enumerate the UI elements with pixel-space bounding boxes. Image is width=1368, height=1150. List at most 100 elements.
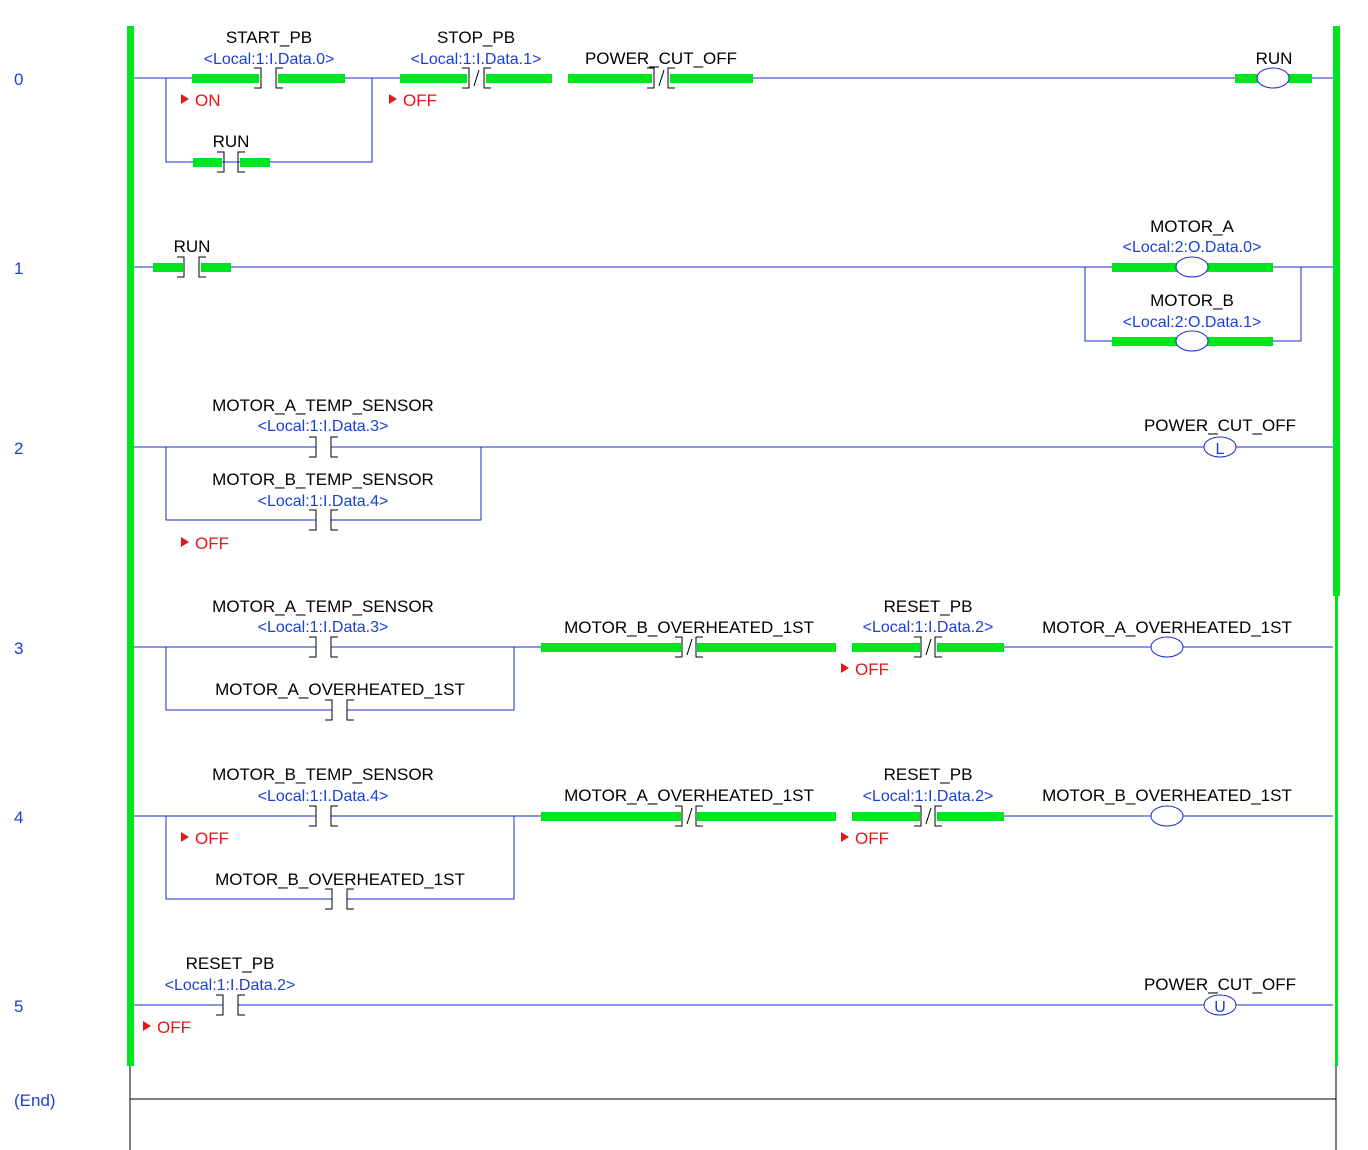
energized-bar — [852, 643, 920, 652]
contact-motor-b-temp-sensor[interactable]: MOTOR_B_TEMP_SENSOR <Local:1:I.Data.4> O… — [181, 765, 434, 848]
contact-run[interactable]: RUN — [153, 237, 231, 278]
right-power-rail — [1335, 596, 1338, 1066]
contact-tag: MOTOR_A_TEMP_SENSOR — [212, 597, 434, 616]
rung-3[interactable]: 3 MOTOR_A_TEMP_SENSOR <Local:1:I.Data.3>… — [14, 597, 1333, 721]
contact-tag: RESET_PB — [186, 954, 275, 973]
energized-bar — [400, 74, 467, 83]
contact-address: <Local:1:I.Data.3> — [258, 619, 389, 636]
contact-address: <Local:1:I.Data.3> — [258, 418, 389, 435]
left-power-rail — [127, 26, 134, 1066]
coil-motor-a[interactable]: MOTOR_A <Local:2:O.Data.0> — [1112, 217, 1273, 278]
contact-run-seal[interactable]: RUN — [193, 132, 270, 173]
contact-reset-pb-nc[interactable]: RESET_PB <Local:1:I.Data.2> OFF — [841, 597, 1004, 679]
coil-tag: POWER_CUT_OFF — [1144, 975, 1296, 994]
contact-reset-pb[interactable]: RESET_PB <Local:1:I.Data.2> OFF — [143, 954, 295, 1037]
energized-bar — [670, 74, 753, 83]
rung-0[interactable]: 0 START_PB <Local:1:I.Data.0> ON RUN STO… — [14, 28, 1333, 173]
status-text: OFF — [855, 660, 889, 679]
contact-tag: RUN — [174, 237, 211, 256]
contact-power-cut-off[interactable]: POWER_CUT_OFF — [568, 49, 753, 89]
contact-tag: MOTOR_B_OVERHEATED_1ST — [215, 870, 465, 889]
coil-power-cut-off-unlatch[interactable]: POWER_CUT_OFF U — [1144, 975, 1296, 1016]
coil-icon — [1175, 330, 1209, 352]
status-flag-icon — [841, 663, 849, 673]
rung-number: 5 — [14, 997, 23, 1016]
energized-bar — [192, 74, 259, 83]
coil-power-cut-off-latch[interactable]: POWER_CUT_OFF L — [1144, 416, 1296, 458]
status-flag-icon — [389, 94, 397, 104]
coil-tag: MOTOR_B_OVERHEATED_1ST — [1042, 786, 1292, 805]
coil-tag: MOTOR_A — [1150, 217, 1234, 236]
contact-motor-a-overheated-seal[interactable]: MOTOR_A_OVERHEATED_1ST — [215, 680, 465, 721]
rung-1[interactable]: 1 RUN MOTOR_A <Local:2:O.Data.0> MOTOR_B… — [14, 217, 1333, 352]
energized-bar — [697, 812, 836, 821]
contact-address: <Local:1:I.Data.4> — [258, 788, 389, 805]
end-label[interactable]: (End) — [14, 1091, 56, 1110]
contact-tag: RESET_PB — [884, 765, 973, 784]
coil-symbol: L — [1216, 441, 1225, 458]
contact-motor-a-temp-sensor[interactable]: MOTOR_A_TEMP_SENSOR <Local:1:I.Data.3> — [212, 597, 434, 658]
energized-bar — [486, 74, 552, 83]
contact-reset-pb-nc[interactable]: RESET_PB <Local:1:I.Data.2> OFF — [841, 765, 1004, 848]
status-text: OFF — [157, 1018, 191, 1037]
contact-start-pb[interactable]: START_PB <Local:1:I.Data.0> ON — [181, 28, 345, 110]
coil-symbol: U — [1214, 999, 1226, 1016]
status-flag-icon — [181, 537, 189, 547]
contact-address: <Local:1:I.Data.1> — [411, 51, 542, 68]
contact-tag: STOP_PB — [437, 28, 515, 47]
contact-motor-b-temp-sensor[interactable]: MOTOR_B_TEMP_SENSOR <Local:1:I.Data.4> O… — [181, 470, 434, 553]
status-flag-icon — [181, 832, 189, 842]
normally-closed-slash — [925, 638, 932, 656]
contact-tag: MOTOR_B_OVERHEATED_1ST — [564, 618, 814, 637]
normally-closed-slash — [686, 638, 693, 656]
energized-bar — [852, 812, 920, 821]
rung-number: 1 — [14, 259, 23, 278]
contact-tag: START_PB — [226, 28, 312, 47]
contact-tag: MOTOR_A_OVERHEATED_1ST — [215, 680, 465, 699]
rung-4[interactable]: 4 MOTOR_B_TEMP_SENSOR <Local:1:I.Data.4>… — [14, 765, 1333, 910]
energized-bar — [697, 643, 836, 652]
branch-wire — [347, 647, 515, 711]
contact-tag: MOTOR_A_TEMP_SENSOR — [212, 396, 434, 415]
contact-motor-b-overheated-seal[interactable]: MOTOR_B_OVERHEATED_1ST — [215, 870, 465, 910]
rung-number: 4 — [14, 808, 23, 827]
status-flag-icon — [841, 832, 849, 842]
ladder-diagram: (End) 0 START_PB <Local:1:I.Data.0> ON R… — [14, 26, 1340, 1150]
status-flag-icon — [181, 94, 189, 104]
status-text: ON — [195, 91, 221, 110]
contact-address: <Local:1:I.Data.2> — [863, 788, 994, 805]
rung-5[interactable]: 5 RESET_PB <Local:1:I.Data.2> OFF POWER_… — [14, 954, 1333, 1037]
coil-tag: POWER_CUT_OFF — [1144, 416, 1296, 435]
coil-run[interactable]: RUN — [1235, 49, 1312, 89]
status-text: OFF — [855, 829, 889, 848]
coil-motor-a-overheated-1st[interactable]: MOTOR_A_OVERHEATED_1ST — [1042, 618, 1292, 658]
normally-closed-slash — [473, 69, 480, 87]
coil-tag: RUN — [1256, 49, 1293, 68]
contact-motor-b-overheated-nc[interactable]: MOTOR_B_OVERHEATED_1ST — [541, 618, 836, 658]
energized-bar — [568, 74, 652, 83]
coil-tag: MOTOR_A_OVERHEATED_1ST — [1042, 618, 1292, 637]
energized-bar — [193, 158, 222, 167]
status-text: OFF — [195, 829, 229, 848]
contact-address: <Local:1:I.Data.4> — [258, 493, 389, 510]
coil-tag: MOTOR_B — [1150, 291, 1234, 310]
coil-icon — [1256, 67, 1290, 89]
rung-2[interactable]: 2 MOTOR_A_TEMP_SENSOR <Local:1:I.Data.3>… — [14, 396, 1333, 553]
energized-bar — [201, 263, 231, 272]
rung-number: 2 — [14, 439, 23, 458]
contact-tag: MOTOR_B_TEMP_SENSOR — [212, 470, 434, 489]
energized-bar — [278, 74, 345, 83]
contact-tag: MOTOR_B_TEMP_SENSOR — [212, 765, 434, 784]
contact-motor-a-temp-sensor[interactable]: MOTOR_A_TEMP_SENSOR <Local:1:I.Data.3> — [212, 396, 434, 458]
normally-closed-slash — [686, 807, 693, 825]
energized-bar — [937, 812, 1004, 821]
contact-tag: RUN — [213, 132, 250, 151]
coil-motor-b-overheated-1st[interactable]: MOTOR_B_OVERHEATED_1ST — [1042, 786, 1292, 827]
coil-icon — [1150, 805, 1184, 827]
contact-tag: POWER_CUT_OFF — [585, 49, 737, 68]
contact-stop-pb[interactable]: STOP_PB <Local:1:I.Data.1> OFF — [389, 28, 552, 110]
coil-motor-b[interactable]: MOTOR_B <Local:2:O.Data.1> — [1112, 291, 1273, 352]
contact-address: <Local:1:I.Data.2> — [863, 619, 994, 636]
contact-motor-a-overheated-nc[interactable]: MOTOR_A_OVERHEATED_1ST — [541, 786, 836, 827]
rung-number: 3 — [14, 639, 23, 658]
